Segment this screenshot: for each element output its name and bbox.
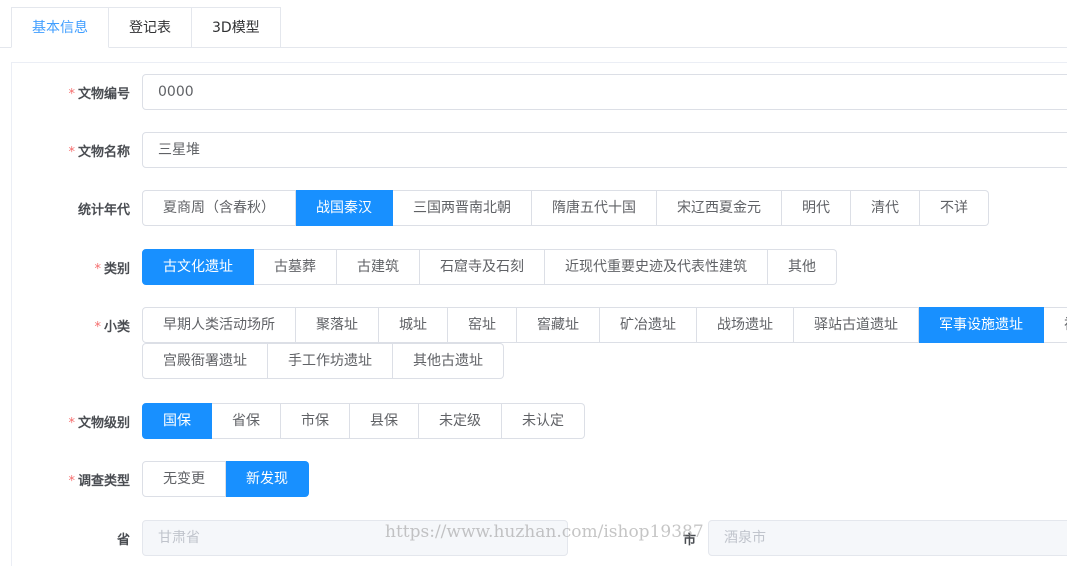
subcategory-option[interactable]: 宫殿衙署遗址 <box>142 343 268 379</box>
province-select[interactable]: 甘肃省 <box>142 520 568 556</box>
tab-basic-info[interactable]: 基本信息 <box>11 7 109 48</box>
level-option[interactable]: 省保 <box>212 403 281 439</box>
tab-registration-form[interactable]: 登记表 <box>109 7 192 48</box>
level-option[interactable]: 市保 <box>281 403 350 439</box>
level-option[interactable]: 县保 <box>350 403 419 439</box>
city-label: 市 <box>682 533 696 548</box>
era-label: 统计年代 <box>77 203 130 218</box>
category-option[interactable]: 石窟寺及石刻 <box>420 249 545 285</box>
subcategory-option[interactable]: 矿冶遗址 <box>600 307 697 343</box>
era-option[interactable]: 明代 <box>782 190 851 226</box>
tab-3d-model[interactable]: 3D模型 <box>192 7 281 48</box>
subcategory-label: * 小类 <box>94 320 130 335</box>
survey-type-button-group: 无变更 新发现 <box>142 461 309 497</box>
category-option[interactable]: 其他 <box>768 249 837 285</box>
level-option[interactable]: 国保 <box>142 403 212 439</box>
era-option[interactable]: 清代 <box>851 190 920 226</box>
subcategory-option[interactable]: 驿站古道遗址 <box>794 307 919 343</box>
level-option[interactable]: 未认定 <box>502 403 585 439</box>
era-option[interactable]: 宋辽西夏金元 <box>657 190 782 226</box>
province-label: 省 <box>116 533 130 548</box>
category-option[interactable]: 古建筑 <box>337 249 420 285</box>
level-button-group: 国保 省保 市保 县保 未定级 未认定 <box>142 403 585 439</box>
subcategory-button-group-row2: 宫殿衙署遗址 手工作坊遗址 其他古遗址 <box>142 343 504 379</box>
era-option[interactable]: 夏商周（含春秋） <box>142 190 296 226</box>
era-option[interactable]: 战国秦汉 <box>296 190 393 226</box>
subcategory-option[interactable]: 早期人类活动场所 <box>142 307 296 343</box>
survey-type-option[interactable]: 新发现 <box>226 461 309 497</box>
survey-type-label: * 调查类型 <box>68 474 130 489</box>
subcategory-option[interactable]: 城址 <box>379 307 448 343</box>
subcategory-option[interactable]: 祠 <box>1044 307 1067 343</box>
name-input[interactable]: 三星堆 <box>142 132 1067 168</box>
tab-bar: 基本信息 登记表 3D模型 <box>11 7 281 48</box>
category-button-group: 古文化遗址 古墓葬 古建筑 石窟寺及石刻 近现代重要史迹及代表性建筑 其他 <box>142 249 837 285</box>
subcategory-option[interactable]: 聚落址 <box>296 307 379 343</box>
city-select[interactable]: 酒泉市 <box>708 520 1067 556</box>
era-option[interactable]: 隋唐五代十国 <box>532 190 657 226</box>
subcategory-option[interactable]: 窑址 <box>448 307 517 343</box>
era-option[interactable]: 三国两晋南北朝 <box>393 190 532 226</box>
subcategory-option[interactable]: 其他古遗址 <box>393 343 504 379</box>
level-label: * 文物级别 <box>68 416 130 431</box>
code-label: * 文物编号 <box>68 87 130 102</box>
level-option[interactable]: 未定级 <box>419 403 502 439</box>
category-label: * 类别 <box>94 262 130 277</box>
subcategory-option[interactable]: 战场遗址 <box>697 307 794 343</box>
survey-type-option[interactable]: 无变更 <box>142 461 226 497</box>
name-label: * 文物名称 <box>68 145 130 160</box>
category-option[interactable]: 近现代重要史迹及代表性建筑 <box>545 249 768 285</box>
era-button-group: 夏商周（含春秋） 战国秦汉 三国两晋南北朝 隋唐五代十国 宋辽西夏金元 明代 清… <box>142 190 989 226</box>
category-option[interactable]: 古文化遗址 <box>142 249 254 285</box>
code-input[interactable]: 0000 <box>142 74 1067 110</box>
subcategory-option[interactable]: 手工作坊遗址 <box>268 343 393 379</box>
subcategory-option[interactable]: 窖藏址 <box>517 307 600 343</box>
subcategory-option[interactable]: 军事设施遗址 <box>919 307 1044 343</box>
subcategory-button-group-row1: 早期人类活动场所 聚落址 城址 窑址 窖藏址 矿冶遗址 战场遗址 驿站古道遗址 … <box>142 307 1067 343</box>
category-option[interactable]: 古墓葬 <box>254 249 337 285</box>
era-option[interactable]: 不详 <box>920 190 989 226</box>
